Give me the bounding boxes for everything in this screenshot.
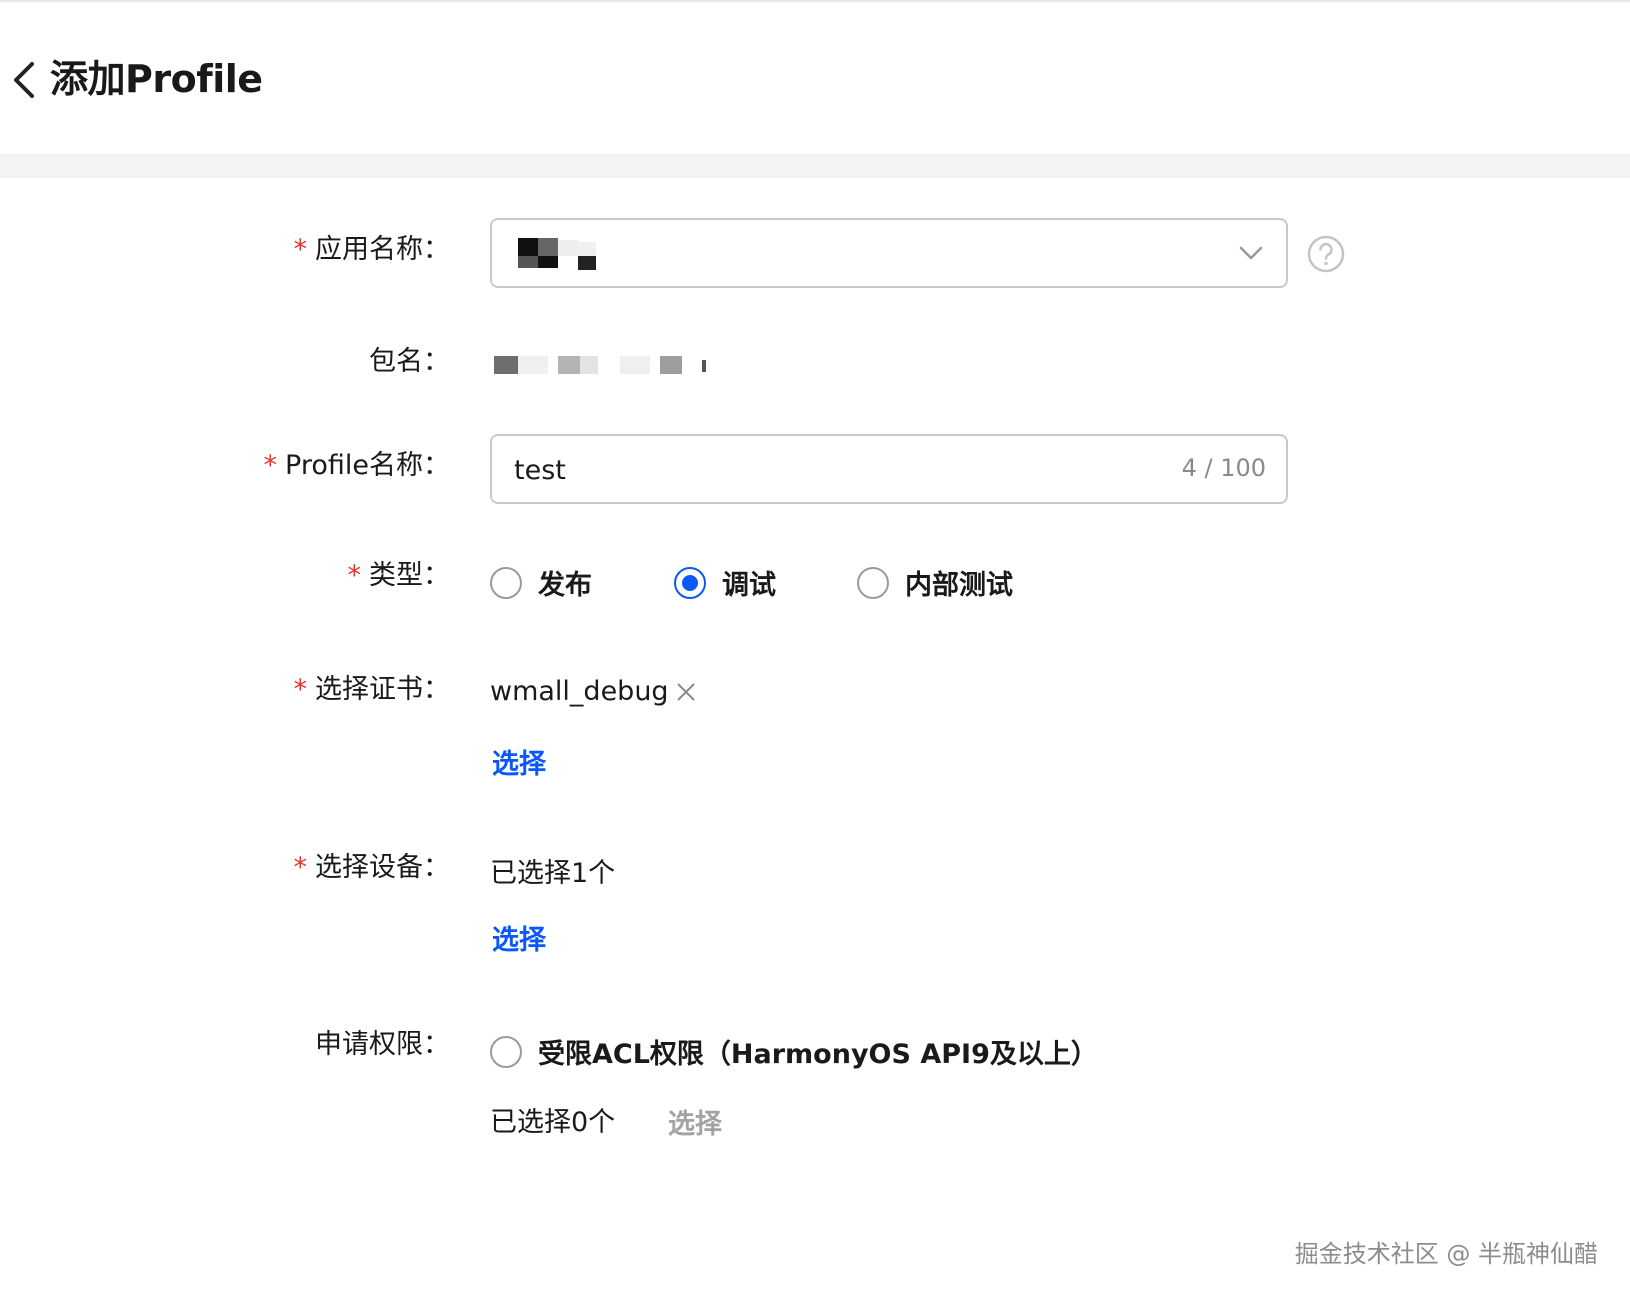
app-name-label: * 应用名称： xyxy=(294,232,451,268)
device-label-text: 选择设备： xyxy=(315,852,450,883)
required-mark: * xyxy=(293,852,308,883)
profile-name-label: * Profile名称： xyxy=(264,448,450,484)
section-divider xyxy=(0,154,1630,178)
acl-permission-option[interactable]: 受限ACL权限（HarmonyOS API9及以上） xyxy=(490,1032,1098,1071)
required-mark: * xyxy=(293,674,308,705)
package-name-redacted xyxy=(494,356,706,374)
required-mark: * xyxy=(263,450,278,481)
select-permission-link: 选择 xyxy=(668,1109,722,1140)
certificate-label: * 选择证书： xyxy=(294,672,451,708)
chevron-down-icon[interactable] xyxy=(1238,240,1264,266)
select-device-link[interactable]: 选择 xyxy=(492,918,546,957)
question-circle-icon[interactable] xyxy=(1307,235,1345,273)
close-icon[interactable] xyxy=(675,681,697,703)
type-option-debug[interactable]: 调试 xyxy=(674,563,776,602)
type-option-label: 内部测试 xyxy=(905,570,1013,601)
app-name-select[interactable] xyxy=(490,218,1288,288)
type-label: * 类型： xyxy=(348,558,451,594)
permission-selected-count: 已选择0个 xyxy=(490,1107,616,1138)
type-option-release[interactable]: 发布 xyxy=(490,563,592,602)
app-logo-image xyxy=(518,238,596,270)
acl-permission-label: 受限ACL权限（HarmonyOS API9及以上） xyxy=(538,1039,1098,1070)
select-certificate-link[interactable]: 选择 xyxy=(492,742,546,781)
certificate-label-text: 选择证书： xyxy=(315,674,450,705)
certificate-tag: wmall_debug xyxy=(490,676,697,707)
type-option-label: 调试 xyxy=(722,570,776,601)
radio-unchecked-icon[interactable] xyxy=(857,566,889,599)
profile-name-label-text: Profile名称： xyxy=(285,450,450,481)
required-mark: * xyxy=(293,234,308,265)
watermark: 掘金技术社区 @ 半瓶神仙醋 xyxy=(1294,1240,1598,1268)
page-title: 添加Profile xyxy=(50,57,263,101)
required-mark: * xyxy=(347,560,362,591)
device-label: * 选择设备： xyxy=(294,850,451,886)
type-label-text: 类型： xyxy=(369,560,450,591)
permission-label: 申请权限： xyxy=(315,1029,450,1060)
certificate-name: wmall_debug xyxy=(490,676,669,707)
radio-unchecked-icon[interactable] xyxy=(490,1035,522,1068)
package-name-label: 包名： xyxy=(369,346,450,377)
profile-name-field[interactable]: 4 / 100 xyxy=(490,434,1288,504)
chevron-left-icon[interactable] xyxy=(10,58,40,102)
type-option-label: 发布 xyxy=(538,570,592,601)
app-name-label-text: 应用名称： xyxy=(315,234,450,265)
char-counter: 4 / 100 xyxy=(1181,454,1266,482)
radio-checked-icon[interactable] xyxy=(674,566,706,599)
page-header: 添加Profile xyxy=(0,2,1630,154)
type-option-internal-test[interactable]: 内部测试 xyxy=(857,563,1013,602)
profile-name-input[interactable] xyxy=(512,446,1116,494)
radio-unchecked-icon[interactable] xyxy=(490,566,522,599)
device-selected-count: 已选择1个 xyxy=(490,858,616,889)
